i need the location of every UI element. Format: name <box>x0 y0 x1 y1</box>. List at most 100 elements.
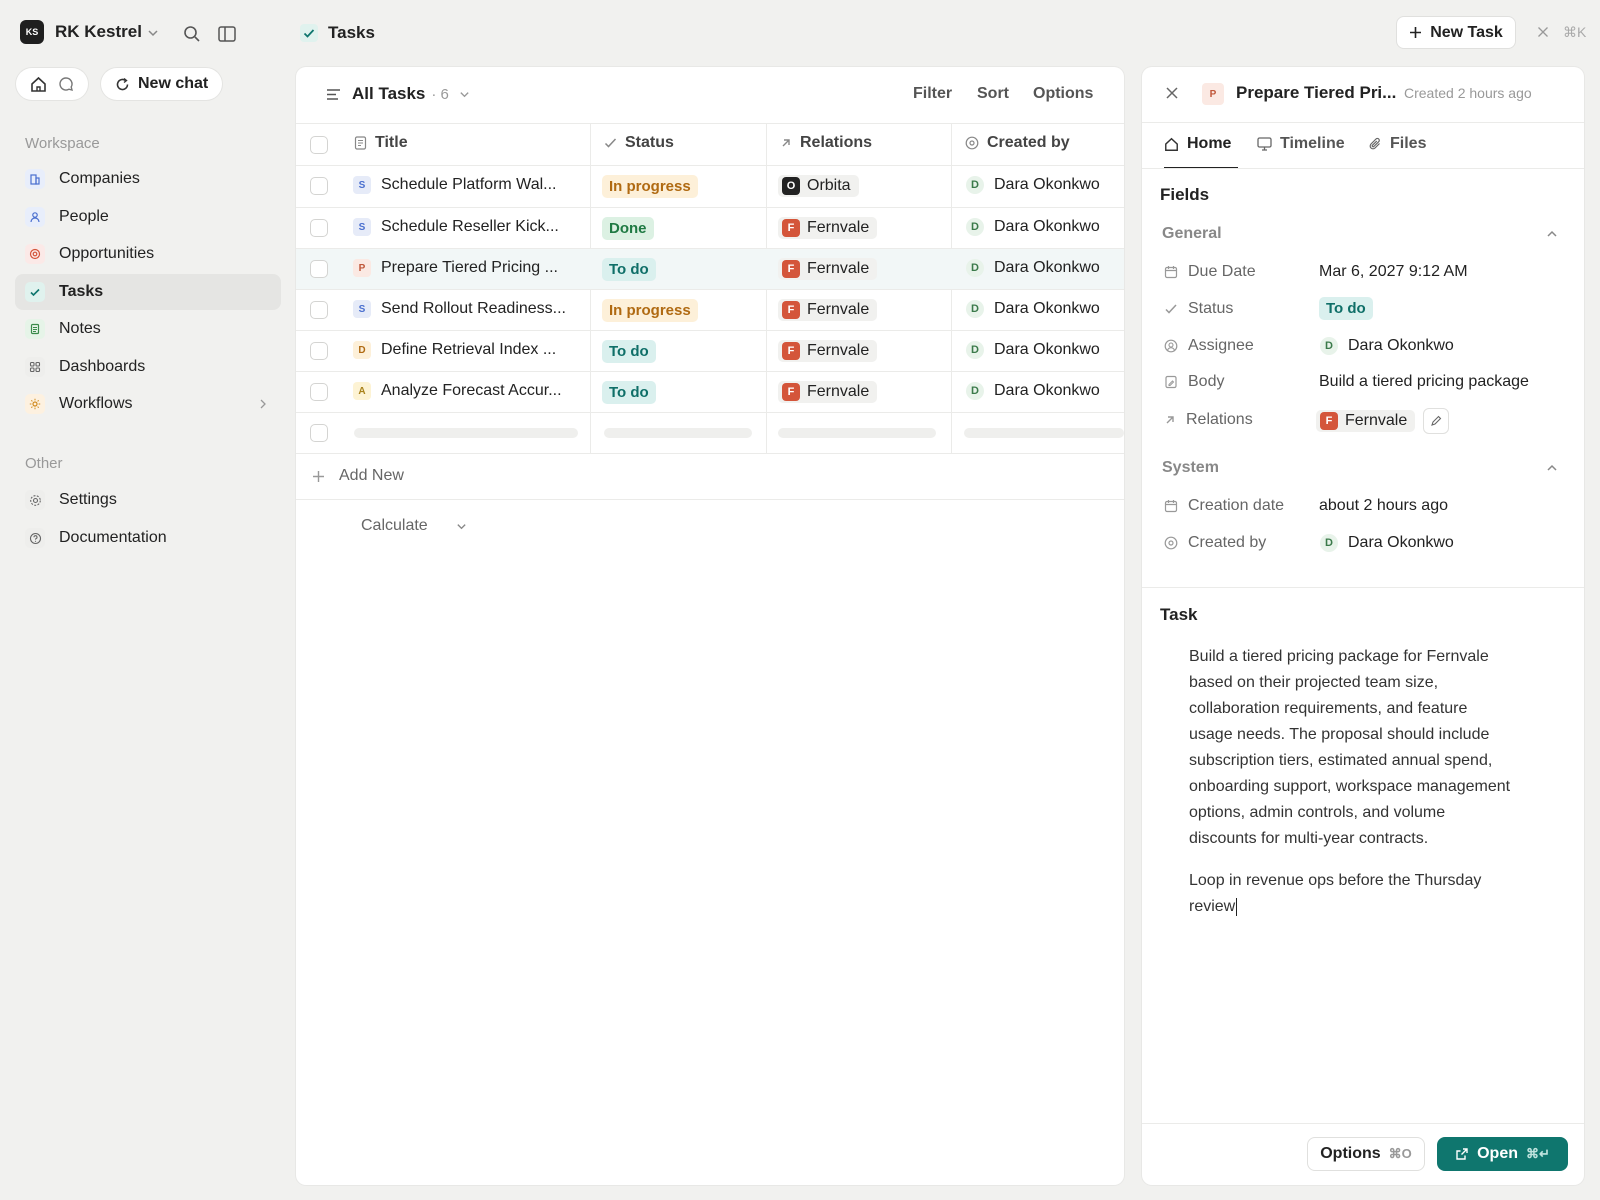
column-status[interactable]: Status <box>604 134 674 152</box>
open-label: Open <box>1477 1145 1518 1162</box>
options-button[interactable]: Options <box>1033 85 1093 103</box>
row-created-by[interactable]: D Dara Okonkwo <box>966 259 1100 277</box>
system-group-label[interactable]: System <box>1162 459 1219 477</box>
new-task-button[interactable]: New Task <box>1396 16 1516 49</box>
paperclip-icon <box>1369 137 1382 151</box>
task-body-editor[interactable]: Build a tiered pricing package for Fernv… <box>1189 644 1559 920</box>
relation-chip[interactable]: F Fernvale <box>778 340 878 362</box>
task-heading: Task <box>1160 605 1198 624</box>
row-status[interactable]: In progress <box>602 299 698 322</box>
row-checkbox[interactable] <box>310 383 328 401</box>
relation-chip[interactable]: F Fernvale <box>778 258 878 280</box>
assignee-value[interactable]: D Dara Okonkwo <box>1320 337 1454 355</box>
edit-pencil-icon[interactable] <box>1423 408 1450 434</box>
filter-button[interactable]: Filter <box>913 85 952 103</box>
row-title[interactable]: D Define Retrieval Index ... <box>353 341 585 359</box>
relation-chip[interactable]: F Fernvale <box>778 381 878 403</box>
record-title[interactable]: Prepare Tiered Pri... <box>1236 83 1396 103</box>
table-row[interactable]: S Send Rollout Readiness... In progress … <box>296 290 1124 330</box>
row-checkbox[interactable] <box>310 342 328 360</box>
body-value[interactable]: Build a tiered pricing package <box>1319 373 1529 391</box>
status-value[interactable]: To do <box>1319 297 1373 320</box>
sidebar-item-opportunities[interactable]: Opportunities <box>15 236 281 272</box>
select-all-checkbox[interactable] <box>310 136 328 154</box>
open-record-button[interactable]: Open ⌘↵ <box>1437 1137 1568 1171</box>
tab-home[interactable]: Home <box>1164 135 1231 153</box>
row-checkbox[interactable] <box>310 260 328 278</box>
sidebar-item-workflows[interactable]: Workflows <box>15 386 281 422</box>
table-row[interactable]: D Define Retrieval Index ... To do F Fern… <box>296 331 1124 371</box>
row-created-by[interactable]: D Dara Okonkwo <box>966 300 1100 318</box>
column-relations[interactable]: Relations <box>780 134 872 152</box>
table-row[interactable]: S Schedule Platform Wal... In progress O… <box>296 166 1124 207</box>
sidebar-toggle-icon[interactable] <box>216 23 238 45</box>
row-relation[interactable]: F Fernvale <box>778 381 878 403</box>
row-status[interactable]: Done <box>602 217 654 240</box>
home-icon[interactable] <box>30 76 47 93</box>
table-row[interactable]: S Schedule Reseller Kick... Done F Fernva… <box>296 208 1124 248</box>
placeholder-row <box>296 413 1124 453</box>
sidebar-item-companies[interactable]: Companies <box>15 161 281 197</box>
row-title[interactable]: S Send Rollout Readiness... <box>353 300 585 318</box>
row-checkbox[interactable] <box>310 424 328 442</box>
due-date-value[interactable]: Mar 6, 2027 9:12 AM <box>1319 263 1468 281</box>
row-status[interactable]: In progress <box>602 175 698 198</box>
sidebar-item-tasks[interactable]: Tasks <box>15 274 281 310</box>
sidebar-item-settings[interactable]: Settings <box>15 482 281 518</box>
chat-bubble-icon[interactable] <box>58 76 74 92</box>
calculate-dropdown[interactable]: Calculate <box>361 517 467 535</box>
row-relation[interactable]: F Fernvale <box>778 258 878 280</box>
row-created-by[interactable]: D Dara Okonkwo <box>966 341 1100 359</box>
chevron-up-icon[interactable] <box>1546 228 1558 240</box>
options-footer-button[interactable]: Options ⌘O <box>1307 1137 1425 1171</box>
row-status[interactable]: To do <box>602 258 656 281</box>
table-row[interactable]: A Analyze Forecast Accur... To do F Fernv… <box>296 372 1124 412</box>
search-icon[interactable] <box>181 23 203 45</box>
table-row[interactable]: P Prepare Tiered Pricing ... To do F Fern… <box>296 249 1124 289</box>
row-title[interactable]: S Schedule Platform Wal... <box>353 176 585 194</box>
relation-chip[interactable]: F Fernvale <box>1316 410 1416 432</box>
row-checkbox[interactable] <box>310 301 328 319</box>
row-title[interactable]: S Schedule Reseller Kick... <box>353 218 585 236</box>
view-selector[interactable]: All Tasks · 6 <box>352 84 470 104</box>
view-header: All Tasks · 6 Filter Sort Options <box>296 67 1124 123</box>
sidebar-item-documentation[interactable]: Documentation <box>15 520 281 556</box>
relation-chip[interactable]: O Orbita <box>778 175 859 197</box>
close-icon[interactable] <box>1165 86 1179 100</box>
workspace-name[interactable]: RK Kestrel <box>55 22 142 42</box>
row-checkbox[interactable] <box>310 177 328 195</box>
row-created-by[interactable]: D Dara Okonkwo <box>966 382 1100 400</box>
sidebar-item-notes[interactable]: Notes <box>15 311 281 347</box>
add-new-row-button[interactable]: Add New <box>312 467 404 485</box>
row-relation[interactable]: F Fernvale <box>778 340 878 362</box>
row-created-by[interactable]: D Dara Okonkwo <box>966 176 1100 194</box>
chevron-up-icon[interactable] <box>1546 462 1558 474</box>
row-created-by[interactable]: D Dara Okonkwo <box>966 218 1100 236</box>
relation-chip[interactable]: F Fernvale <box>778 299 878 321</box>
row-relation[interactable]: O Orbita <box>778 175 859 197</box>
column-title[interactable]: Title <box>354 134 408 152</box>
chevron-down-icon[interactable] <box>144 24 162 42</box>
tab-files[interactable]: Files <box>1369 135 1426 153</box>
sort-button[interactable]: Sort <box>977 85 1009 103</box>
workspace-logo[interactable]: KS <box>20 20 44 44</box>
row-title[interactable]: A Analyze Forecast Accur... <box>353 382 585 400</box>
row-status[interactable]: To do <box>602 340 656 363</box>
tab-timeline[interactable]: Timeline <box>1257 135 1345 153</box>
help-icon <box>25 528 45 548</box>
row-status[interactable]: To do <box>602 381 656 404</box>
row-title[interactable]: P Prepare Tiered Pricing ... <box>353 259 585 277</box>
sidebar-item-people[interactable]: People <box>15 199 281 235</box>
new-chat-button[interactable]: New chat <box>101 68 223 100</box>
row-relation[interactable]: F Fernvale <box>778 217 878 239</box>
column-created-by[interactable]: Created by <box>965 134 1070 152</box>
user-circle-icon <box>1164 536 1178 550</box>
options-label: Options <box>1320 1145 1381 1162</box>
creator-name: Dara Okonkwo <box>994 259 1100 276</box>
relation-chip[interactable]: F Fernvale <box>778 217 878 239</box>
sidebar-item-dashboards[interactable]: Dashboards <box>15 349 281 385</box>
row-checkbox[interactable] <box>310 219 328 237</box>
row-relation[interactable]: F Fernvale <box>778 299 878 321</box>
general-group-label[interactable]: General <box>1162 225 1222 243</box>
close-icon[interactable] <box>1535 24 1551 40</box>
